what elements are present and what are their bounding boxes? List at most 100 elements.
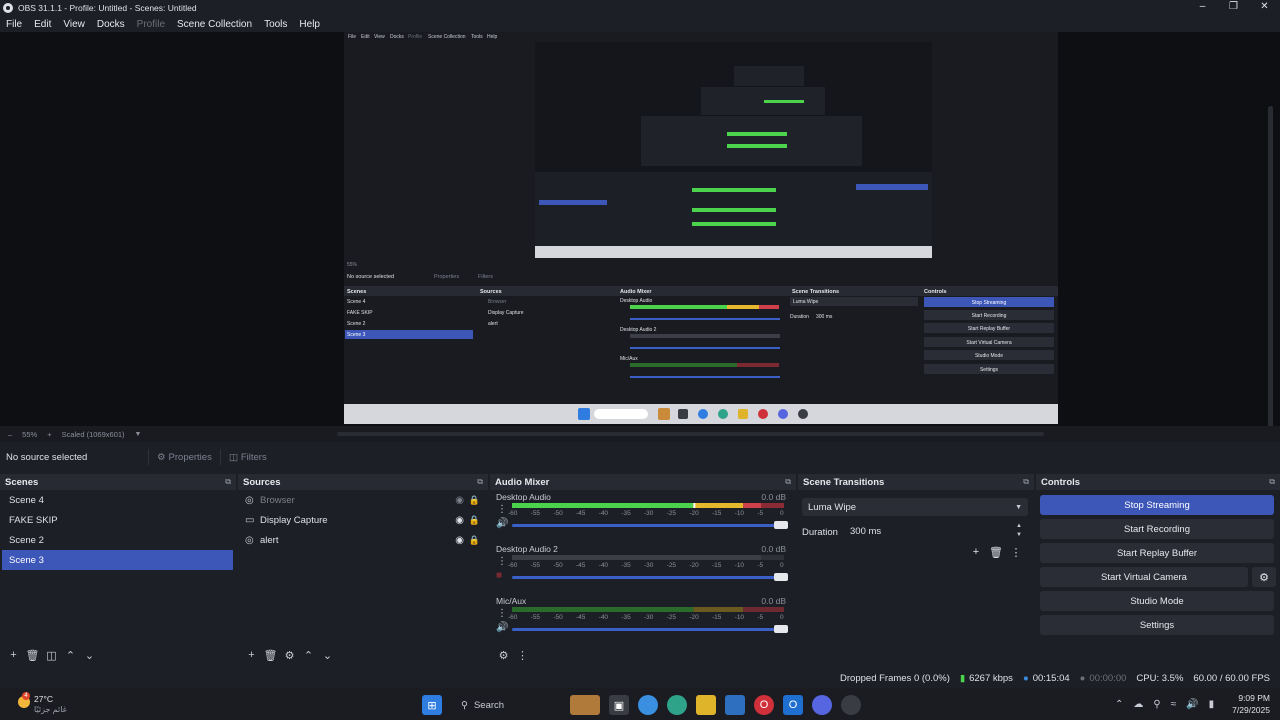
minimize-icon[interactable]: – bbox=[1187, 0, 1218, 16]
undock-icon[interactable]: ⧉ bbox=[1269, 477, 1275, 487]
studio-mode-button[interactable]: Studio Mode bbox=[1040, 591, 1274, 611]
source-item-display-capture[interactable]: ▭ Display Capture ◉ 🔒 bbox=[238, 510, 488, 530]
windows-start-icon[interactable]: ⊞ bbox=[422, 695, 442, 715]
store-icon[interactable] bbox=[725, 695, 745, 715]
zoom-out-button[interactable]: – bbox=[8, 430, 12, 439]
search-highlight-icon[interactable] bbox=[570, 695, 600, 715]
add-source-icon[interactable]: + bbox=[242, 649, 261, 661]
eye-icon[interactable]: ◉ bbox=[455, 535, 464, 546]
scene-item-scene-2[interactable]: Scene 2 bbox=[2, 530, 233, 550]
start-virtual-camera-button[interactable]: Start Virtual Camera bbox=[1040, 567, 1248, 587]
menu-file[interactable]: File bbox=[0, 19, 28, 30]
edge-icon[interactable] bbox=[667, 695, 687, 715]
add-scene-icon[interactable]: + bbox=[4, 649, 23, 661]
mixer-settings-icon[interactable]: ⚙ bbox=[494, 649, 513, 662]
speaker-icon[interactable]: 🔊 bbox=[496, 622, 508, 633]
menu-scene-collection[interactable]: Scene Collection bbox=[171, 19, 258, 30]
wifi-icon[interactable]: ≈ bbox=[1171, 699, 1177, 710]
zoom-in-button[interactable]: + bbox=[47, 430, 51, 439]
preview-canvas[interactable]: File Edit View Docks Profile Scene Colle… bbox=[0, 32, 1280, 436]
properties-button[interactable]: ⚙ Properties bbox=[148, 449, 220, 465]
outlook-icon[interactable]: O bbox=[783, 695, 803, 715]
virtual-camera-gear-icon[interactable]: ⚙ bbox=[1252, 567, 1276, 587]
move-down-icon[interactable]: ⌄ bbox=[80, 649, 99, 662]
close-icon[interactable]: ✕ bbox=[1249, 0, 1280, 16]
nested-properties: Properties bbox=[434, 274, 459, 280]
copilot-icon[interactable] bbox=[638, 695, 658, 715]
lock-icon[interactable]: 🔒 bbox=[469, 515, 480, 526]
chevron-up-icon[interactable]: ⌃ bbox=[1115, 699, 1123, 710]
volume-icon[interactable]: 🔊 bbox=[1186, 699, 1198, 710]
duration-spinner[interactable]: ▲ ▼ bbox=[1016, 522, 1022, 540]
kebab-menu-icon[interactable]: ⋮ bbox=[497, 504, 507, 515]
lock-icon[interactable]: 🔒 bbox=[469, 495, 480, 506]
duration-input[interactable]: 300 ms ▲ ▼ bbox=[844, 522, 1028, 540]
preview-horizontal-scrollbar[interactable] bbox=[337, 432, 1044, 436]
undock-icon[interactable]: ⧉ bbox=[785, 477, 791, 487]
scale-dropdown-icon[interactable]: ▼ bbox=[135, 431, 142, 438]
volume-slider[interactable] bbox=[512, 524, 784, 527]
volume-slider-handle[interactable] bbox=[774, 521, 788, 529]
filters-button[interactable]: ◫ Filters bbox=[219, 449, 275, 465]
undock-icon[interactable]: ⧉ bbox=[477, 477, 483, 487]
nested-scene-1: Scene 4 bbox=[347, 299, 366, 305]
obs-taskbar-icon[interactable] bbox=[841, 695, 861, 715]
weather-widget[interactable]: 4 27°C غائم جزئيًا bbox=[12, 692, 102, 716]
nested-dock-sources: Sources bbox=[480, 289, 502, 295]
scene-item-scene-3[interactable]: Scene 3 bbox=[2, 550, 233, 570]
menu-edit[interactable]: Edit bbox=[28, 19, 57, 30]
start-replay-buffer-button[interactable]: Start Replay Buffer bbox=[1040, 543, 1274, 563]
menu-docks[interactable]: Docks bbox=[91, 19, 131, 30]
microphone-icon[interactable]: ⚲ bbox=[1153, 699, 1160, 710]
trash-icon[interactable]: 🗑 bbox=[986, 546, 1006, 559]
scene-item-scene-4[interactable]: Scene 4 bbox=[2, 490, 233, 510]
eye-icon[interactable]: ◉ bbox=[455, 515, 464, 526]
file-explorer-icon[interactable] bbox=[696, 695, 716, 715]
volume-slider[interactable] bbox=[512, 628, 784, 631]
taskbar-clock[interactable]: 9:09 PM 7/29/2025 bbox=[1232, 692, 1270, 716]
stop-streaming-button[interactable]: Stop Streaming bbox=[1040, 495, 1274, 515]
discord-icon[interactable] bbox=[812, 695, 832, 715]
undock-icon[interactable]: ⧉ bbox=[225, 477, 231, 487]
kebab-menu-icon[interactable]: ⋮ bbox=[497, 556, 507, 567]
taskbar-search[interactable]: ⚲ Search bbox=[451, 694, 561, 716]
cloud-icon[interactable]: ☁ bbox=[1133, 699, 1143, 710]
move-up-icon[interactable]: ⌃ bbox=[299, 649, 318, 662]
preview-vertical-scrollbar[interactable] bbox=[1268, 106, 1273, 436]
scene-item-fake-skip[interactable]: FAKE SKIP bbox=[2, 510, 233, 530]
menu-tools[interactable]: Tools bbox=[258, 19, 293, 30]
opera-icon[interactable]: O bbox=[754, 695, 774, 715]
task-view-icon[interactable]: ▣ bbox=[609, 695, 629, 715]
kebab-menu-icon[interactable]: ⋮ bbox=[1006, 546, 1026, 559]
eye-hidden-icon[interactable]: ◉ bbox=[455, 495, 464, 506]
sources-dock: Sources ⧉ ◎ Browser ◉ 🔒 ▭ Display Captur… bbox=[238, 474, 488, 666]
maximize-icon[interactable]: ❐ bbox=[1218, 0, 1249, 16]
volume-slider-handle[interactable] bbox=[774, 625, 788, 633]
transition-select[interactable]: Luma Wipe ▼ bbox=[802, 498, 1028, 516]
lock-icon[interactable]: 🔒 bbox=[469, 535, 480, 546]
scene-filters-icon[interactable]: ◫ bbox=[42, 649, 61, 662]
volume-slider[interactable] bbox=[512, 576, 784, 579]
trash-icon[interactable]: 🗑 bbox=[23, 649, 42, 662]
fps-indicator: 60.00 / 60.00 FPS bbox=[1193, 672, 1270, 684]
start-recording-button[interactable]: Start Recording bbox=[1040, 519, 1274, 539]
kebab-menu-icon[interactable]: ⋮ bbox=[497, 608, 507, 619]
battery-icon[interactable]: ▮ bbox=[1209, 699, 1215, 710]
source-item-alert[interactable]: ◎ alert ◉ 🔒 bbox=[238, 530, 488, 550]
move-up-icon[interactable]: ⌃ bbox=[61, 649, 80, 662]
menu-profile[interactable]: Profile bbox=[131, 19, 171, 30]
trash-icon[interactable]: 🗑 bbox=[261, 649, 280, 662]
source-item-browser[interactable]: ◎ Browser ◉ 🔒 bbox=[238, 490, 488, 510]
speaker-icon[interactable]: 🔊 bbox=[496, 518, 508, 529]
muted-speaker-icon[interactable]: ■ bbox=[496, 570, 502, 581]
gear-icon[interactable]: ⚙ bbox=[280, 649, 299, 662]
volume-slider-handle[interactable] bbox=[774, 573, 788, 581]
nested-dock-scenes: Scenes bbox=[347, 289, 366, 295]
settings-button[interactable]: Settings bbox=[1040, 615, 1274, 635]
undock-icon[interactable]: ⧉ bbox=[1023, 477, 1029, 487]
menu-view[interactable]: View bbox=[57, 19, 91, 30]
menu-help[interactable]: Help bbox=[293, 19, 326, 30]
add-transition-icon[interactable]: + bbox=[966, 546, 986, 559]
move-down-icon[interactable]: ⌄ bbox=[318, 649, 337, 662]
kebab-menu-icon[interactable]: ⋮ bbox=[513, 649, 532, 662]
